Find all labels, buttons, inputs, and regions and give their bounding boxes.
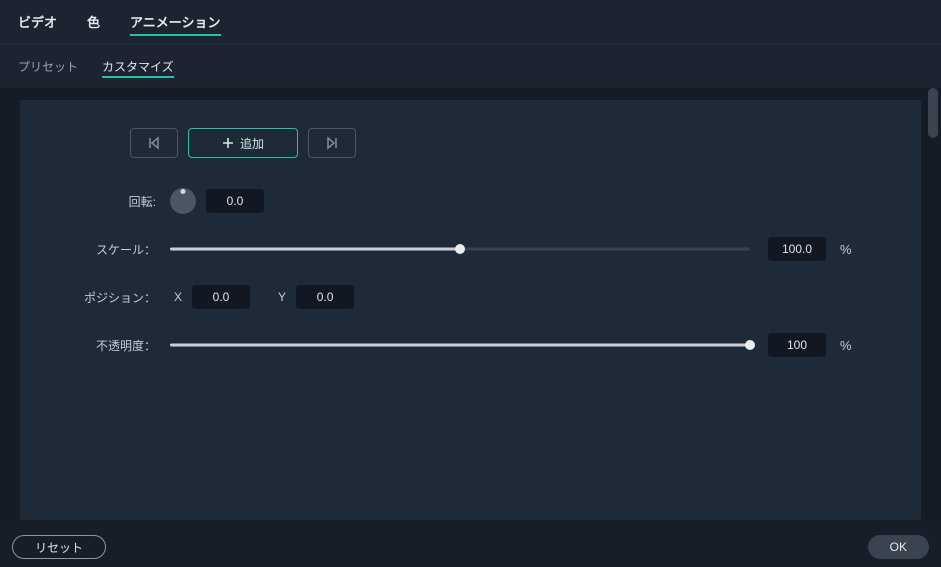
next-keyframe-button[interactable]	[308, 128, 356, 158]
ok-button[interactable]: OK	[868, 535, 929, 559]
tab-video[interactable]: ビデオ	[18, 0, 57, 44]
plus-icon	[222, 137, 234, 149]
tab-animation[interactable]: アニメーション	[130, 0, 220, 44]
opacity-row: 不透明度： %	[20, 330, 921, 360]
opacity-slider[interactable]	[170, 333, 750, 357]
rotation-input[interactable]	[206, 189, 264, 213]
position-y-input[interactable]	[296, 285, 354, 309]
tab-color[interactable]: 色	[87, 0, 100, 44]
rotation-knob[interactable]	[170, 188, 196, 214]
slider-thumb[interactable]	[455, 244, 465, 254]
scale-slider[interactable]	[170, 237, 750, 261]
position-label: ポジション：	[20, 289, 170, 306]
slider-fill	[170, 248, 460, 251]
sub-tab-preset[interactable]: プリセット	[18, 44, 78, 88]
prev-keyframe-button[interactable]	[130, 128, 178, 158]
position-x-input[interactable]	[192, 285, 250, 309]
skip-previous-icon	[147, 136, 161, 150]
sub-tab-bar: プリセット カスタマイズ	[0, 44, 941, 88]
scale-unit: %	[840, 242, 852, 257]
scale-row: スケール： %	[20, 234, 921, 264]
add-keyframe-label: 追加	[240, 135, 264, 152]
slider-thumb[interactable]	[745, 340, 755, 350]
scale-label: スケール：	[20, 241, 170, 258]
scrollbar-thumb[interactable]	[928, 88, 938, 138]
footer-bar: リセット OK	[0, 527, 941, 567]
opacity-input[interactable]	[768, 333, 826, 357]
top-tab-bar: ビデオ 色 アニメーション	[0, 0, 941, 44]
rotation-row: 回転:	[20, 186, 921, 216]
position-row: ポジション： X Y	[20, 282, 921, 312]
scale-input[interactable]	[768, 237, 826, 261]
skip-next-icon	[325, 136, 339, 150]
opacity-label: 不透明度：	[20, 337, 170, 354]
position-y-label: Y	[278, 290, 286, 304]
rotation-label: 回転:	[20, 193, 170, 210]
reset-button[interactable]: リセット	[12, 535, 106, 559]
position-x-label: X	[174, 290, 182, 304]
animation-panel: 追加 回転: スケール： % ポジション： X	[20, 100, 921, 520]
keyframe-controls: 追加	[130, 128, 921, 158]
sub-tab-customize[interactable]: カスタマイズ	[102, 44, 174, 88]
panel-scroll-area[interactable]: 追加 回転: スケール： % ポジション： X	[0, 88, 941, 527]
add-keyframe-button[interactable]: 追加	[188, 128, 298, 158]
slider-fill	[170, 344, 750, 347]
opacity-unit: %	[840, 338, 852, 353]
